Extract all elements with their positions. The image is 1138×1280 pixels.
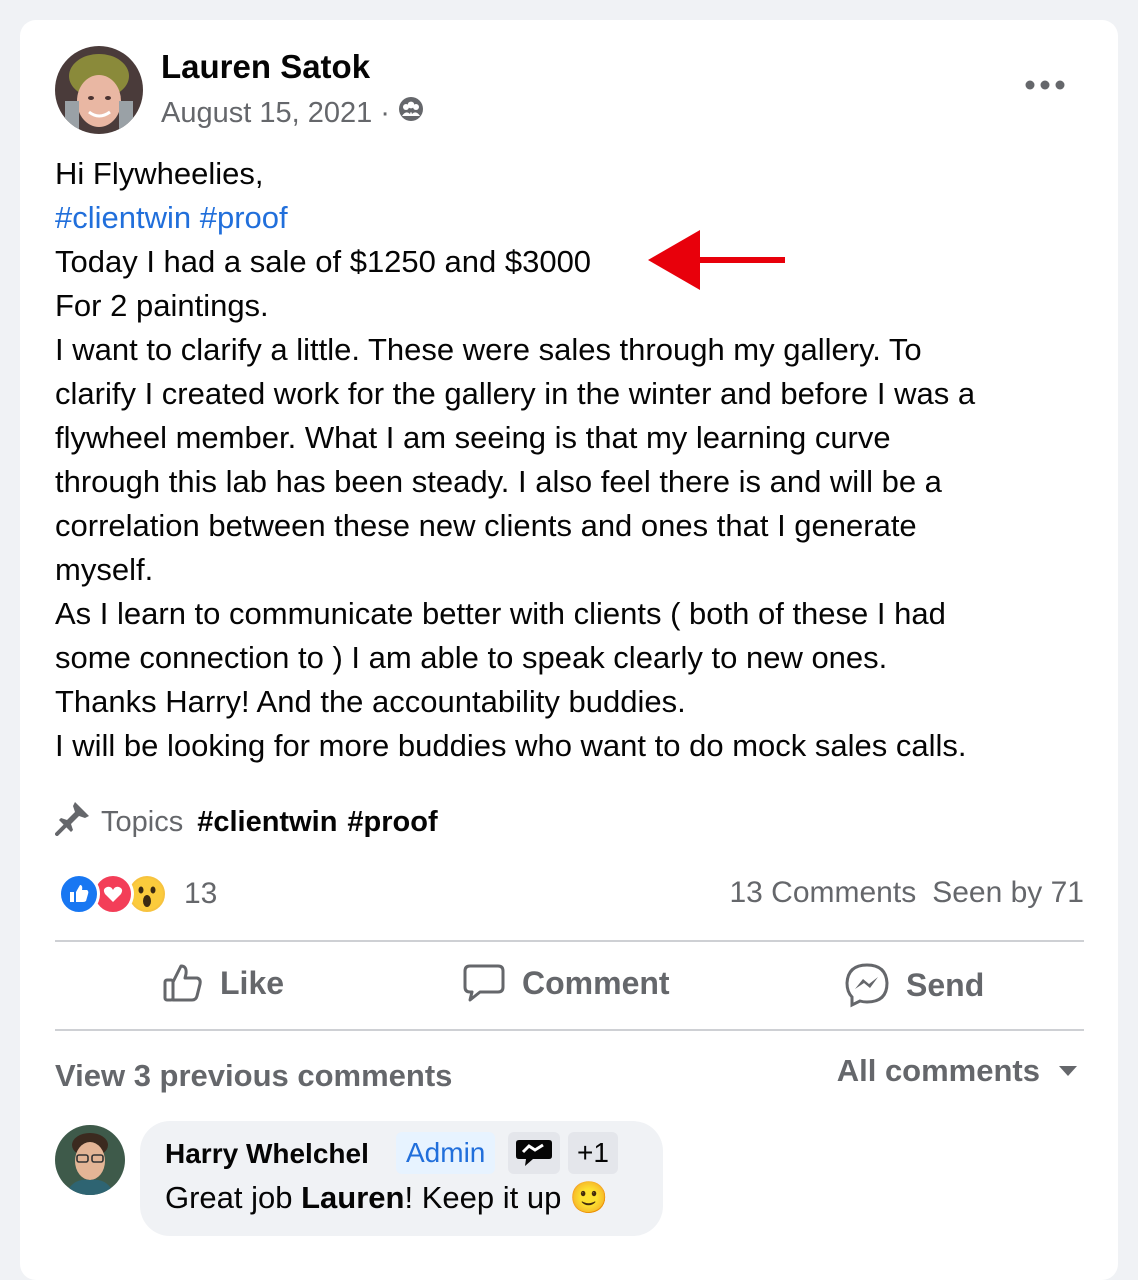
comment-text-part: Great job (165, 1180, 302, 1215)
like-label: Like (220, 964, 285, 1001)
topics-label: Topics (101, 805, 184, 838)
topics-row: Topics #clientwin #proof (55, 800, 448, 844)
post-line: As I learn to communicate better with cl… (55, 596, 946, 631)
annotation-arrow-icon (648, 230, 788, 295)
caret-down-icon (1059, 1066, 1077, 1076)
post-line: flywheel member. What I am seeing is tha… (55, 420, 891, 455)
post-line: correlation between these new clients an… (55, 508, 917, 543)
comments-count[interactable]: 13 Comments (729, 876, 916, 910)
view-previous-comments[interactable]: View 3 previous comments (55, 1058, 452, 1094)
group-privacy-icon[interactable] (398, 96, 424, 130)
thumbs-up-icon (163, 964, 202, 1002)
post-line: clarify I created work for the gallery i… (55, 376, 976, 411)
post-body: Hi Flywheelies, #clientwin #proof Today … (55, 152, 1095, 768)
send-button[interactable]: Send (844, 962, 984, 1008)
comment-mention[interactable]: Lauren (301, 1180, 404, 1215)
conversation-badge-icon[interactable] (508, 1132, 560, 1174)
comment-button[interactable]: Comment (462, 962, 670, 1004)
divider (55, 940, 1084, 942)
reactions-summary[interactable]: 13 (58, 873, 217, 915)
comments-filter-label: All comments (836, 1053, 1040, 1088)
divider (55, 1029, 1084, 1031)
topic-tag[interactable]: #proof (347, 806, 437, 839)
post-hashtags: #clientwin #proof (55, 196, 1095, 240)
messenger-icon (845, 963, 889, 1008)
send-label: Send (906, 966, 985, 1003)
comments-filter-dropdown[interactable]: All comments (837, 1053, 1078, 1089)
comment-bubble-icon (463, 964, 505, 1002)
post-line: For 2 paintings. (55, 288, 269, 323)
post-line: Thanks Harry! And the accountability bud… (55, 684, 686, 719)
comment-text: Great job Lauren! Keep it up 🙂 (165, 1179, 609, 1216)
post-line: some connection to ) I am able to speak … (55, 640, 888, 675)
post-meta: August 15, 2021 · (161, 96, 424, 130)
admin-badge[interactable]: Admin (396, 1132, 496, 1174)
reaction-count: 13 (184, 877, 218, 910)
like-button[interactable]: Like (162, 962, 284, 1004)
like-reaction-icon (58, 873, 100, 915)
commenter-avatar[interactable] (55, 1125, 125, 1195)
hashtag-link[interactable]: #proof (200, 200, 288, 235)
post-line: through this lab has been steady. I also… (55, 464, 942, 499)
comment-author[interactable]: Harry Whelchel (165, 1138, 369, 1170)
seen-by-count[interactable]: Seen by 71 (932, 876, 1084, 910)
comment-label: Comment (522, 964, 670, 1001)
pin-icon (55, 800, 91, 844)
post-line: Today I had a sale of $1250 and $3000 (55, 244, 592, 279)
topic-tag[interactable]: #clientwin (197, 806, 337, 839)
post-author-name[interactable]: Lauren Satok (161, 48, 370, 86)
post-line: myself. (55, 552, 154, 587)
comment-text-part: ! Keep it up 🙂 (404, 1180, 609, 1215)
post-date[interactable]: August 15, 2021 (161, 97, 372, 130)
post-line: I want to clarify a little. These were s… (55, 332, 922, 367)
post-stats: 13 Comments Seen by 71 (729, 876, 1084, 910)
meta-separator: · (380, 96, 390, 129)
post-line: Hi Flywheelies, (55, 156, 264, 191)
more-options-icon[interactable] (1022, 72, 1068, 98)
post-line: I will be looking for more buddies who w… (55, 728, 967, 763)
hashtag-link[interactable]: #clientwin (55, 200, 191, 235)
comment-bubble: Harry Whelchel Admin +1 Great job Lauren… (140, 1121, 663, 1236)
badge-more[interactable]: +1 (568, 1132, 618, 1174)
author-avatar[interactable] (55, 46, 143, 134)
